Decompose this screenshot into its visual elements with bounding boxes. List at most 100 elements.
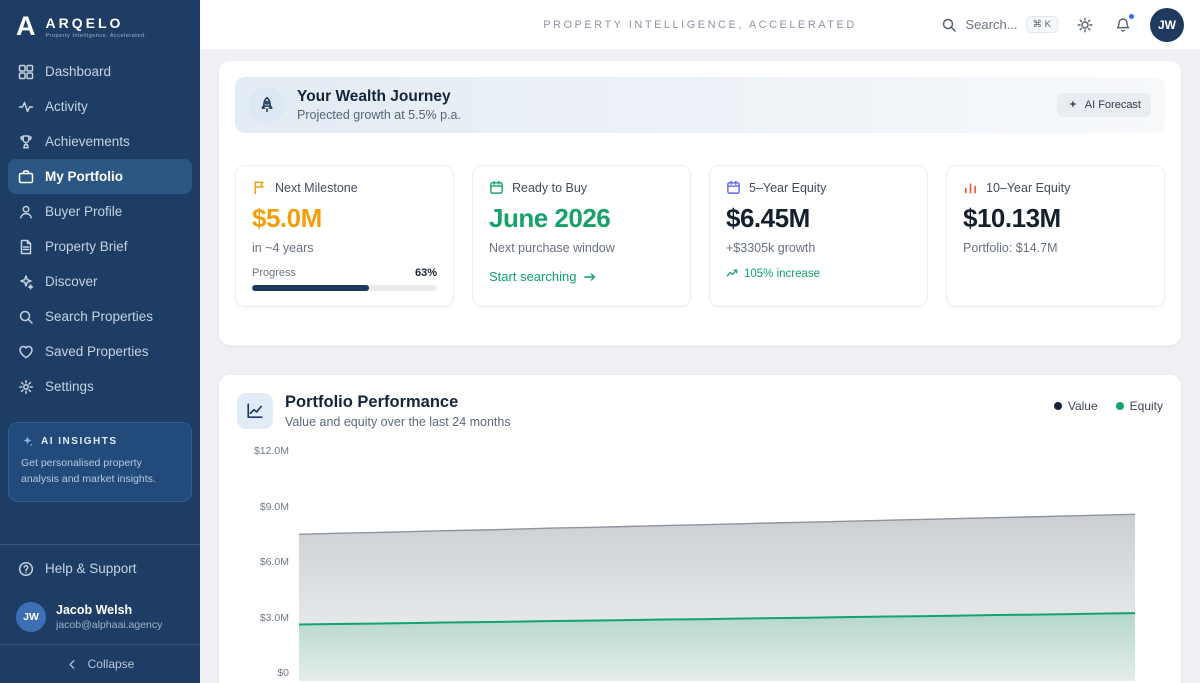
stat-label: Ready to Buy bbox=[512, 181, 587, 195]
sidebar-item-search-properties[interactable]: Search Properties bbox=[8, 299, 192, 334]
legend-equity: Equity bbox=[1116, 399, 1163, 413]
stat-label: Next Milestone bbox=[275, 181, 358, 195]
sidebar-item-settings[interactable]: Settings bbox=[8, 369, 192, 404]
five-year-equity-subtext: +$3305k growth bbox=[726, 241, 911, 255]
ai-forecast-label: AI Forecast bbox=[1085, 99, 1141, 111]
sidebar: A ARQELO Property Intelligence. Accelera… bbox=[0, 0, 200, 683]
sun-icon bbox=[1077, 17, 1093, 33]
search-icon bbox=[18, 309, 34, 325]
user-avatar[interactable]: JW bbox=[1150, 8, 1184, 42]
heart-icon bbox=[18, 344, 34, 360]
stat-card-10-year-equity: 10–Year Equity $10.13M Portfolio: $14.7M bbox=[946, 165, 1165, 307]
user-email: jacob@alphaai.agency bbox=[56, 619, 162, 631]
y-tick-label: $12.0M bbox=[254, 445, 289, 457]
activity-icon bbox=[18, 99, 34, 115]
progress-percent: 63% bbox=[415, 267, 437, 279]
bar-chart-icon bbox=[963, 180, 978, 195]
search-input[interactable]: Search... ⌘ K bbox=[941, 16, 1058, 33]
chart-y-axis: $12.0M $9.0M $6.0M $3.0M $0 bbox=[237, 441, 299, 681]
stat-card-ready-to-buy: Ready to Buy June 2026 Next purchase win… bbox=[472, 165, 691, 307]
legend-label: Equity bbox=[1130, 399, 1163, 413]
five-year-equity-value: $6.45M bbox=[726, 203, 911, 234]
user-icon bbox=[18, 204, 34, 220]
progress-label: Progress bbox=[252, 267, 296, 279]
stat-label: 5–Year Equity bbox=[749, 181, 826, 195]
theme-toggle-button[interactable] bbox=[1074, 14, 1096, 36]
increase-label: 105% increase bbox=[744, 268, 820, 280]
performance-subtitle: Value and equity over the last 24 months bbox=[285, 415, 511, 429]
sparkle-icon bbox=[21, 435, 34, 448]
sparkles-icon bbox=[18, 274, 34, 290]
collapse-button[interactable]: Collapse bbox=[0, 645, 200, 683]
notifications-button[interactable] bbox=[1112, 14, 1134, 36]
ten-year-equity-value: $10.13M bbox=[963, 203, 1148, 234]
legend-label: Value bbox=[1068, 399, 1098, 413]
divider bbox=[0, 544, 200, 545]
legend-dot bbox=[1054, 402, 1062, 410]
increase-badge: 105% increase bbox=[726, 267, 911, 280]
notification-dot bbox=[1128, 13, 1135, 20]
progress-bar bbox=[252, 285, 437, 291]
ready-to-buy-subtext: Next purchase window bbox=[489, 241, 674, 255]
rocket-icon bbox=[249, 87, 285, 123]
help-label: Help & Support bbox=[45, 561, 137, 576]
user-name: Jacob Welsh bbox=[56, 603, 162, 617]
wealth-journey-title: Your Wealth Journey bbox=[297, 88, 461, 106]
chevron-left-icon bbox=[66, 658, 79, 671]
search-placeholder: Search... bbox=[965, 17, 1017, 32]
calendar-icon bbox=[489, 180, 504, 195]
trending-up-icon bbox=[726, 267, 739, 280]
sidebar-item-dashboard[interactable]: Dashboard bbox=[8, 54, 192, 89]
start-searching-link[interactable]: Start searching bbox=[489, 269, 674, 284]
sidebar-item-achievements[interactable]: Achievements bbox=[8, 124, 192, 159]
performance-title: Portfolio Performance bbox=[285, 393, 511, 412]
sidebar-user[interactable]: JW Jacob Welsh jacob@alphaai.agency bbox=[0, 592, 200, 644]
performance-chart: $12.0M $9.0M $6.0M $3.0M $0 bbox=[237, 441, 1163, 681]
legend-dot bbox=[1116, 402, 1124, 410]
sidebar-item-my-portfolio[interactable]: My Portfolio bbox=[8, 159, 192, 194]
wealth-journey-banner: Your Wealth Journey Projected growth at … bbox=[235, 77, 1165, 133]
y-tick-label: $3.0M bbox=[260, 612, 289, 624]
wealth-journey-subtitle: Projected growth at 5.5% p.a. bbox=[297, 108, 461, 122]
calendar-icon bbox=[726, 180, 741, 195]
trophy-icon bbox=[18, 134, 34, 150]
performance-chart-svg bbox=[299, 441, 1135, 681]
milestone-value: $5.0M bbox=[252, 203, 437, 234]
topbar-tagline: PROPERTY INTELLIGENCE, ACCELERATED bbox=[543, 19, 857, 31]
avatar: JW bbox=[16, 602, 46, 632]
legend-value: Value bbox=[1054, 399, 1098, 413]
sidebar-nav: Dashboard Activity Achievements My Portf… bbox=[0, 50, 200, 404]
milestone-subtext: in ~4 years bbox=[252, 241, 437, 255]
sidebar-item-help-support[interactable]: Help & Support bbox=[8, 551, 192, 586]
ai-forecast-badge[interactable]: AI Forecast bbox=[1057, 93, 1151, 117]
ten-year-equity-subtext: Portfolio: $14.7M bbox=[963, 241, 1148, 255]
ai-insights-card[interactable]: AI INSIGHTS Get personalised property an… bbox=[8, 422, 192, 502]
sidebar-item-discover[interactable]: Discover bbox=[8, 264, 192, 299]
collapse-label: Collapse bbox=[88, 657, 135, 671]
search-icon bbox=[941, 17, 957, 33]
grid-icon bbox=[18, 64, 34, 80]
ready-to-buy-value: June 2026 bbox=[489, 203, 674, 234]
sidebar-item-buyer-profile[interactable]: Buyer Profile bbox=[8, 194, 192, 229]
chart-plot-area bbox=[299, 441, 1135, 681]
y-tick-label: $6.0M bbox=[260, 556, 289, 568]
line-chart-icon bbox=[237, 393, 273, 429]
ai-insights-body: Get personalised property analysis and m… bbox=[21, 456, 179, 488]
brand-tagline: Property Intelligence. Accelerated. bbox=[46, 33, 147, 39]
stat-card-5-year-equity: 5–Year Equity $6.45M +$3305k growth 105%… bbox=[709, 165, 928, 307]
topbar: PROPERTY INTELLIGENCE, ACCELERATED Searc… bbox=[200, 0, 1200, 50]
sidebar-item-property-brief[interactable]: Property Brief bbox=[8, 229, 192, 264]
brand: A ARQELO Property Intelligence. Accelera… bbox=[0, 0, 200, 50]
y-tick-label: $0 bbox=[277, 667, 289, 679]
y-tick-label: $9.0M bbox=[260, 501, 289, 513]
start-searching-label: Start searching bbox=[489, 269, 576, 284]
main-content: Your Wealth Journey Projected growth at … bbox=[200, 50, 1200, 683]
brand-logo-icon: A bbox=[16, 13, 36, 40]
sidebar-item-activity[interactable]: Activity bbox=[8, 89, 192, 124]
sidebar-item-saved-properties[interactable]: Saved Properties bbox=[8, 334, 192, 369]
ai-insights-title: AI INSIGHTS bbox=[41, 436, 118, 447]
performance-panel: Portfolio Performance Value and equity o… bbox=[218, 374, 1182, 683]
search-shortcut: ⌘ K bbox=[1026, 16, 1058, 33]
wealth-panel: Your Wealth Journey Projected growth at … bbox=[218, 60, 1182, 346]
gear-icon bbox=[18, 379, 34, 395]
